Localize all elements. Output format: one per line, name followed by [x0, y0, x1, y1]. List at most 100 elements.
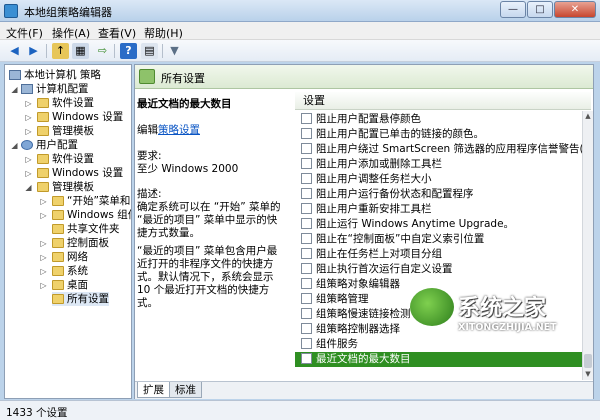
list-item[interactable]: 阻止执行首次运行自定义设置 [295, 262, 582, 277]
list-item-selected[interactable]: 最近文档的最大数目 [295, 352, 582, 367]
list-item[interactable]: 阻止用户绕过 SmartScreen 筛选器的应用程序信誉警告(一些... [295, 142, 582, 157]
list-item[interactable]: 阻止用户运行备份状态和配置程序 [295, 187, 582, 202]
filter-icon[interactable]: ▼ [166, 43, 183, 59]
list-item[interactable]: 阻止用户重新安排工具栏 [295, 202, 582, 217]
edit-line: 编辑策略设置 [137, 124, 200, 136]
tree-network[interactable]: 网络 [52, 250, 88, 264]
computer-icon [21, 84, 33, 94]
window-title: 本地组策略编辑器 [24, 6, 112, 19]
tree-control-panel[interactable]: 控制面板 [52, 236, 109, 250]
folder-icon [52, 196, 64, 206]
menu-action[interactable]: 操作(A) [52, 25, 90, 41]
status-bar: 1433 个设置 [0, 400, 600, 420]
expand-icon[interactable]: ▷ [24, 113, 33, 122]
tree-desktop[interactable]: 桌面 [52, 278, 88, 292]
expand-icon[interactable]: ▷ [39, 239, 48, 248]
tree-system[interactable]: 系统 [52, 264, 88, 278]
scroll-thumb[interactable] [584, 354, 592, 368]
expand-icon[interactable]: ▷ [24, 99, 33, 108]
policy-setting-icon [301, 307, 312, 319]
collapse-icon[interactable]: ◢ [10, 141, 19, 150]
panel-title: 所有设置 [161, 72, 205, 85]
help-icon[interactable]: ? [120, 43, 137, 59]
policy-setting-icon [301, 352, 312, 364]
tree-windows-components[interactable]: Windows 组件 [52, 208, 131, 222]
tree-user-windows[interactable]: Windows 设置 [37, 166, 123, 180]
export-icon[interactable]: ⇨ [94, 43, 111, 59]
policy-setting-icon [301, 187, 312, 199]
expand-icon[interactable]: ▷ [39, 281, 48, 290]
tab-extended[interactable]: 扩展 [137, 382, 170, 398]
list-item[interactable]: 阻止用户添加或删除工具栏 [295, 157, 582, 172]
close-button[interactable]: ✕ [554, 1, 596, 18]
menu-file[interactable]: 文件(F) [6, 25, 43, 41]
edit-policy-link[interactable]: 策略设置 [158, 124, 200, 136]
expand-icon[interactable]: ▷ [24, 155, 33, 164]
tree-all-settings[interactable]: 所有设置 [52, 292, 109, 306]
app-icon [4, 4, 18, 18]
user-icon [21, 140, 33, 150]
folder-icon [52, 238, 64, 248]
up-folder-icon[interactable]: ↑ [52, 43, 69, 59]
expand-icon[interactable]: ▷ [39, 253, 48, 262]
tree-user-config[interactable]: 用户配置 [21, 138, 78, 152]
column-header-setting[interactable]: 设置 [295, 92, 591, 110]
menu-view[interactable]: 查看(V) [98, 25, 136, 41]
list-item[interactable]: 阻止在任务栏上对项目分组 [295, 247, 582, 262]
properties-icon[interactable]: ▤ [141, 43, 158, 59]
policy-setting-icon [301, 127, 312, 139]
folder-icon [52, 266, 64, 276]
folder-icon [37, 98, 49, 108]
folder-icon [37, 112, 49, 122]
panel-header: 所有设置 [135, 65, 593, 89]
folder-icon [52, 224, 64, 234]
expand-icon[interactable]: ▷ [39, 267, 48, 276]
extended-description: 最近文档的最大数目 编辑策略设置 要求: 至少 Windows 2000 描述:… [135, 90, 295, 380]
tree-computer-templates[interactable]: 管理模板 [37, 124, 94, 138]
toolbar: ◀ ▶ ↑ ▦ ⇨ ? ▤ ▼ [0, 40, 600, 62]
tab-standard[interactable]: 标准 [169, 382, 202, 398]
policy-setting-icon [301, 337, 312, 349]
tree-computer-windows[interactable]: Windows 设置 [37, 110, 123, 124]
policy-setting-icon [301, 262, 312, 274]
expand-icon[interactable]: ▷ [39, 211, 48, 220]
tree-shared-folders[interactable]: 共享文件夹 [52, 222, 120, 236]
folder-icon [37, 168, 49, 178]
list-item[interactable]: 阻止用户配置已单击的链接的颜色。 [295, 127, 582, 142]
forward-icon[interactable]: ▶ [25, 43, 42, 59]
tree-start-menu[interactable]: “开始”菜单和 [52, 194, 130, 208]
collapse-icon[interactable]: ◢ [10, 85, 19, 94]
tree-user-software[interactable]: 软件设置 [37, 152, 94, 166]
list-item[interactable]: 阻止在“控制面板”中自定义索引位置 [295, 232, 582, 247]
policy-setting-icon [301, 232, 312, 244]
menu-bar: 文件(F) 操作(A) 查看(V) 帮助(H) [0, 22, 600, 40]
collapse-icon[interactable]: ◢ [24, 183, 33, 192]
scroll-up-icon[interactable]: ▲ [583, 111, 593, 121]
minimize-button[interactable]: — [500, 1, 526, 18]
show-tree-icon[interactable]: ▦ [72, 43, 89, 59]
maximize-button[interactable]: □ [527, 1, 553, 18]
setting-title: 最近文档的最大数目 [137, 98, 232, 110]
tree-root[interactable]: 本地计算机 策略 [9, 68, 101, 82]
tree-user-templates[interactable]: 管理模板 [37, 180, 94, 194]
expand-icon[interactable]: ▷ [24, 127, 33, 136]
description-label: 描述: [137, 188, 162, 200]
folder-icon [52, 294, 64, 304]
list-item[interactable]: 阻止运行 Windows Anytime Upgrade。 [295, 217, 582, 232]
tree-computer-config[interactable]: 计算机配置 [21, 82, 89, 96]
watermark-logo [410, 288, 454, 326]
policy-setting-icon [301, 247, 312, 259]
expand-icon[interactable]: ▷ [39, 197, 48, 206]
watermark-url: XITONGZHIJIA.NET [458, 322, 557, 333]
back-icon[interactable]: ◀ [6, 43, 23, 59]
list-item[interactable]: 阻止用户调整任务栏大小 [295, 172, 582, 187]
expand-icon[interactable]: ▷ [24, 169, 33, 178]
scroll-down-icon[interactable]: ▼ [583, 369, 593, 379]
folder-icon [37, 182, 49, 192]
policy-setting-icon [301, 277, 312, 289]
tree-computer-software[interactable]: 软件设置 [37, 96, 94, 110]
policy-setting-icon [301, 292, 312, 304]
folder-icon [52, 280, 64, 290]
list-item[interactable]: 阻止用户配置悬停颜色 [295, 112, 582, 127]
menu-help[interactable]: 帮助(H) [144, 25, 183, 41]
